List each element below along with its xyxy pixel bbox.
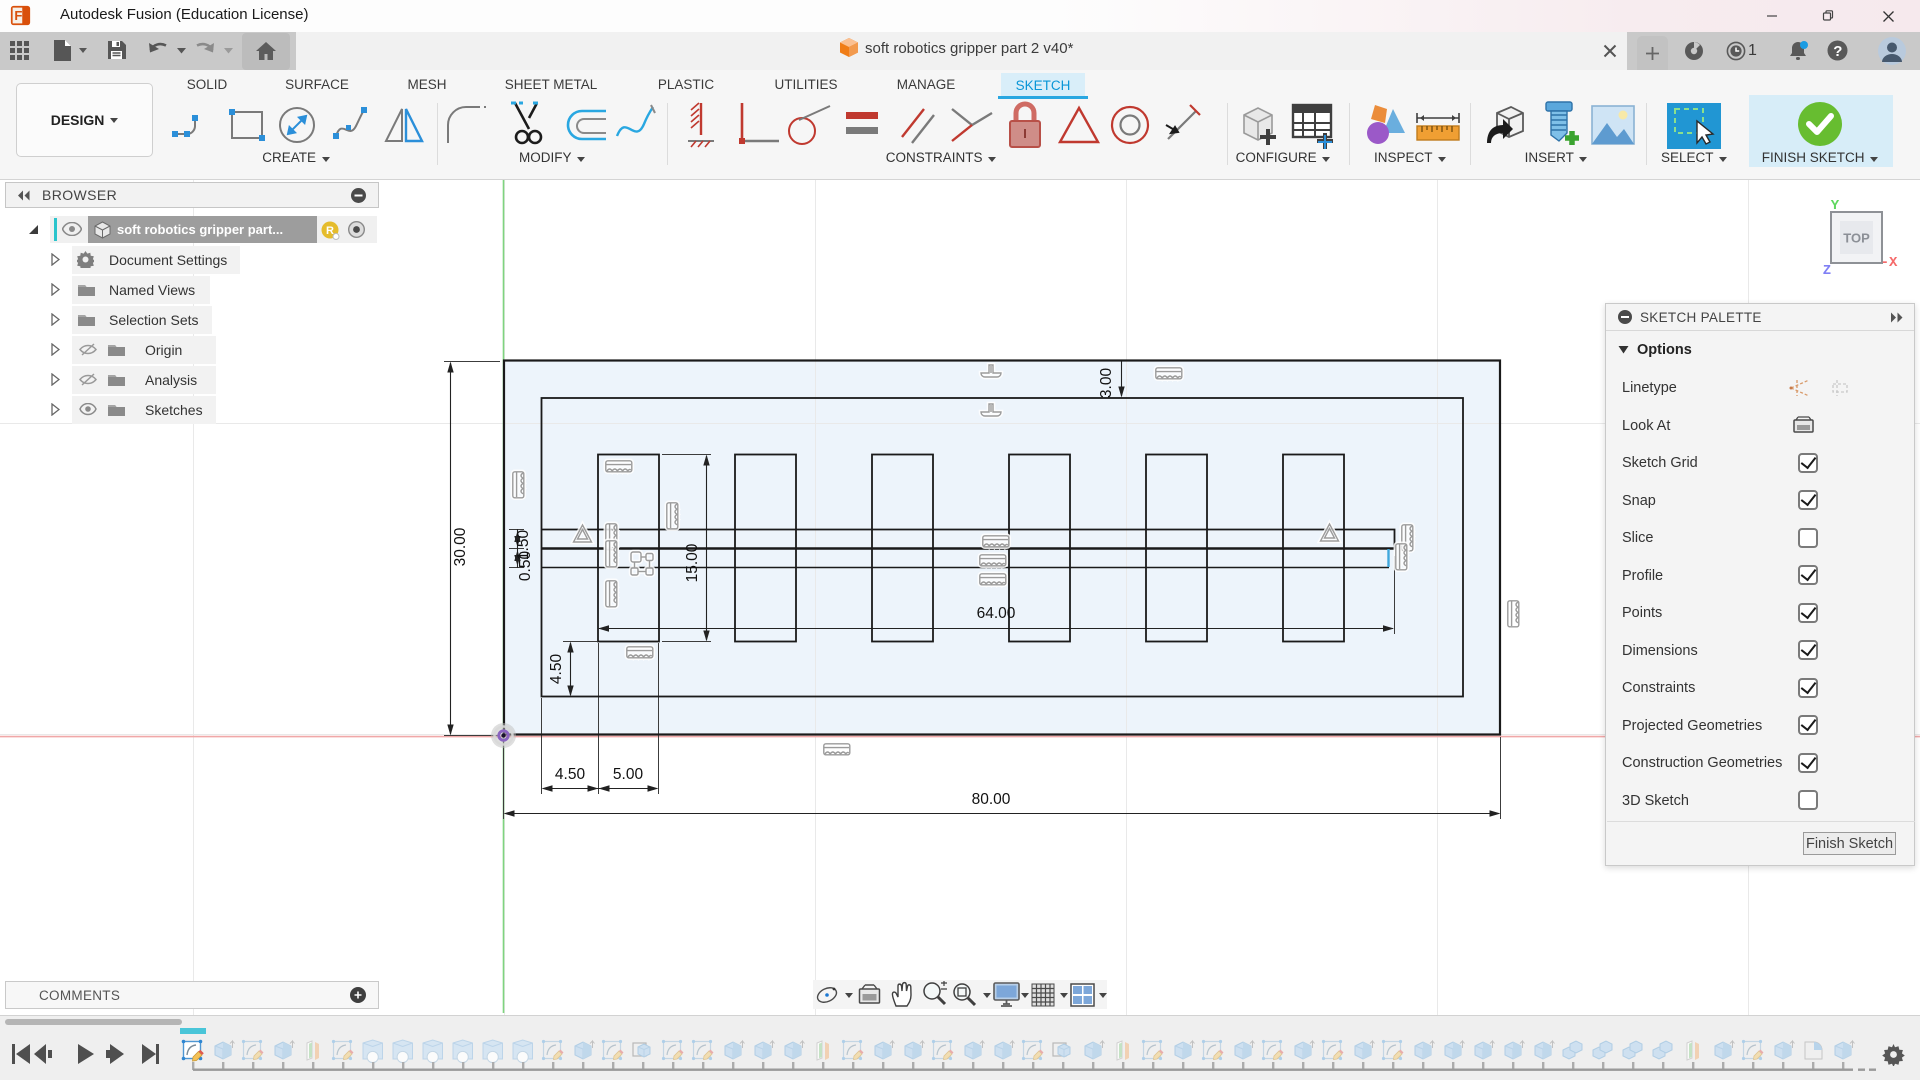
svg-text:F: F [14, 8, 22, 23]
svg-text:64.00: 64.00 [977, 605, 1016, 622]
svg-text:3.00: 3.00 [1098, 368, 1115, 399]
svg-text:4.50: 4.50 [555, 766, 586, 783]
svg-text:?: ? [1833, 43, 1842, 60]
svg-text:80.00: 80.00 [972, 791, 1011, 808]
svg-text:TOP: TOP [1843, 231, 1870, 246]
svg-text:30.00: 30.00 [452, 527, 469, 566]
svg-text:5.00: 5.00 [613, 766, 644, 783]
svg-text:Y: Y [1831, 198, 1840, 214]
svg-text:0.50: 0.50 [517, 551, 534, 582]
svg-text:15.00: 15.00 [684, 543, 701, 582]
svg-text:4.50: 4.50 [548, 654, 565, 685]
svg-text:-X: -X [1881, 255, 1898, 271]
svg-text:Z: Z [1823, 263, 1831, 279]
